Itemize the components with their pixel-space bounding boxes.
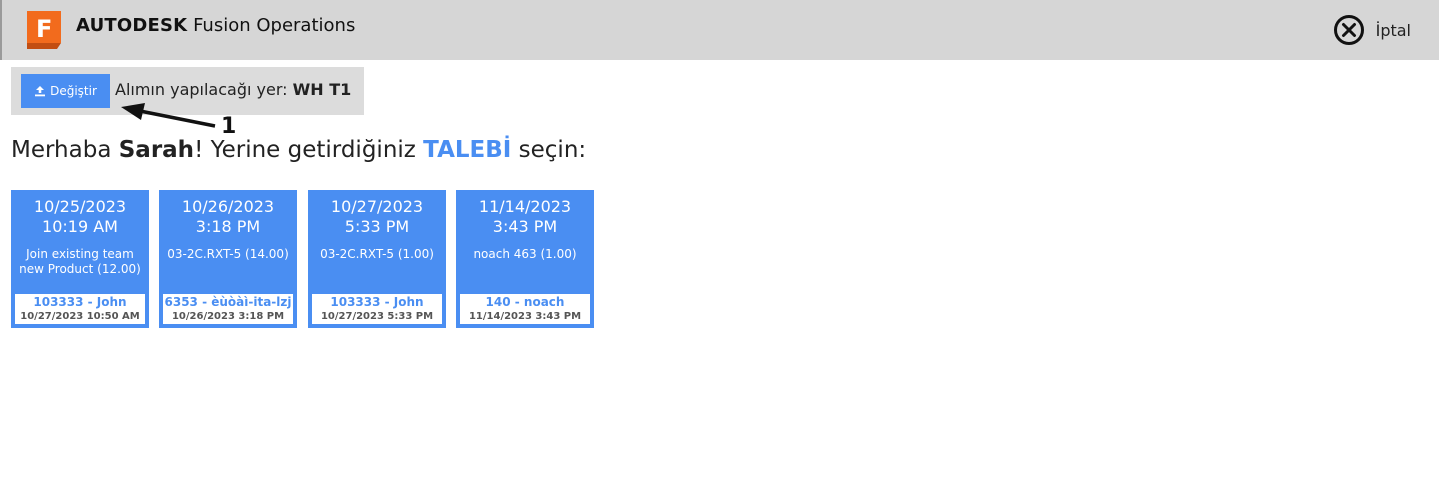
request-card[interactable]: 11/14/2023 3:43 PM noach 463 (1.00) 140 … — [456, 190, 594, 328]
request-footer: 103333 - John 10/27/2023 10:50 AM — [15, 294, 145, 324]
greeting-highlight: TALEBİ — [423, 137, 512, 163]
greeting-user-name: Sarah — [118, 137, 195, 163]
change-location-button[interactable]: Değiştir — [21, 74, 110, 108]
request-item: 03-2C.RXT-5 (14.00) — [167, 247, 289, 261]
request-timestamp: 10/26/2023 3:18 PM — [171, 311, 285, 322]
request-item: noach 463 (1.00) — [473, 247, 577, 261]
request-time: 10:19 AM — [42, 217, 118, 236]
request-time: 3:18 PM — [195, 217, 261, 236]
request-date: 10/26/2023 — [181, 197, 275, 216]
request-item: 03-2C.RXT-5 (1.00) — [320, 247, 434, 261]
brand-autodesk: AUTODESK — [76, 15, 188, 36]
request-requester: 140 - noach — [485, 295, 565, 309]
change-location-label: Değiştir — [50, 84, 97, 98]
request-timestamp: 10/27/2023 10:50 AM — [20, 311, 140, 322]
app-header: F AUTODESK Fusion Operations İptal — [0, 0, 1439, 60]
request-timestamp: 11/14/2023 3:43 PM — [468, 311, 582, 322]
request-card[interactable]: 10/27/2023 5:33 PM 03-2C.RXT-5 (1.00) 10… — [308, 190, 446, 328]
request-date: 10/25/2023 — [33, 197, 127, 216]
greeting-heading: Merhaba Sarah! Yerine getirdiğiniz TALEB… — [11, 137, 586, 163]
request-footer: 103333 - John 10/27/2023 5:33 PM — [312, 294, 442, 324]
brand-product: Fusion Operations — [193, 15, 356, 36]
request-footer: 6353 - èùòàì-ita-lzj 10/26/2023 3:18 PM — [163, 294, 293, 324]
request-card[interactable]: 10/25/2023 10:19 AM Join existing team n… — [11, 190, 149, 328]
request-requester: 6353 - èùòàì-ita-lzj — [164, 295, 292, 309]
pickup-location-panel: Değiştir Alımın yapılacağı yer: WH T1 — [11, 67, 364, 115]
request-date: 11/14/2023 — [478, 197, 572, 216]
request-date: 10/27/2023 — [330, 197, 424, 216]
request-footer: 140 - noach 11/14/2023 3:43 PM — [460, 294, 590, 324]
pickup-location-prefix: Alımın yapılacağı yer: — [115, 80, 288, 99]
upload-icon — [35, 86, 46, 97]
request-time: 3:43 PM — [492, 217, 558, 236]
request-requester: 103333 - John — [33, 295, 127, 309]
fusion-logo-icon: F — [27, 11, 61, 49]
request-item: Join existing team new Product (12.00) — [19, 247, 141, 276]
greeting-hello: Merhaba — [11, 137, 112, 163]
close-circle-icon — [1333, 15, 1364, 45]
pickup-location-text: Alımın yapılacağı yer: WH T1 — [115, 80, 351, 99]
greeting-end: seçin: — [518, 137, 587, 163]
request-time: 5:33 PM — [344, 217, 410, 236]
logo-letter: F — [36, 15, 52, 43]
cancel-button[interactable]: İptal — [1333, 14, 1411, 46]
cancel-label: İptal — [1375, 20, 1411, 40]
request-timestamp: 10/27/2023 5:33 PM — [320, 311, 434, 322]
request-card[interactable]: 10/26/2023 3:18 PM 03-2C.RXT-5 (14.00) 6… — [159, 190, 297, 328]
pickup-location-value: WH T1 — [292, 80, 352, 99]
app-title: AUTODESK Fusion Operations — [76, 15, 355, 36]
request-requester: 103333 - John — [330, 295, 424, 309]
greeting-middle: ! Yerine getirdiğiniz — [194, 137, 416, 163]
annotation-number: 1 — [221, 114, 237, 139]
